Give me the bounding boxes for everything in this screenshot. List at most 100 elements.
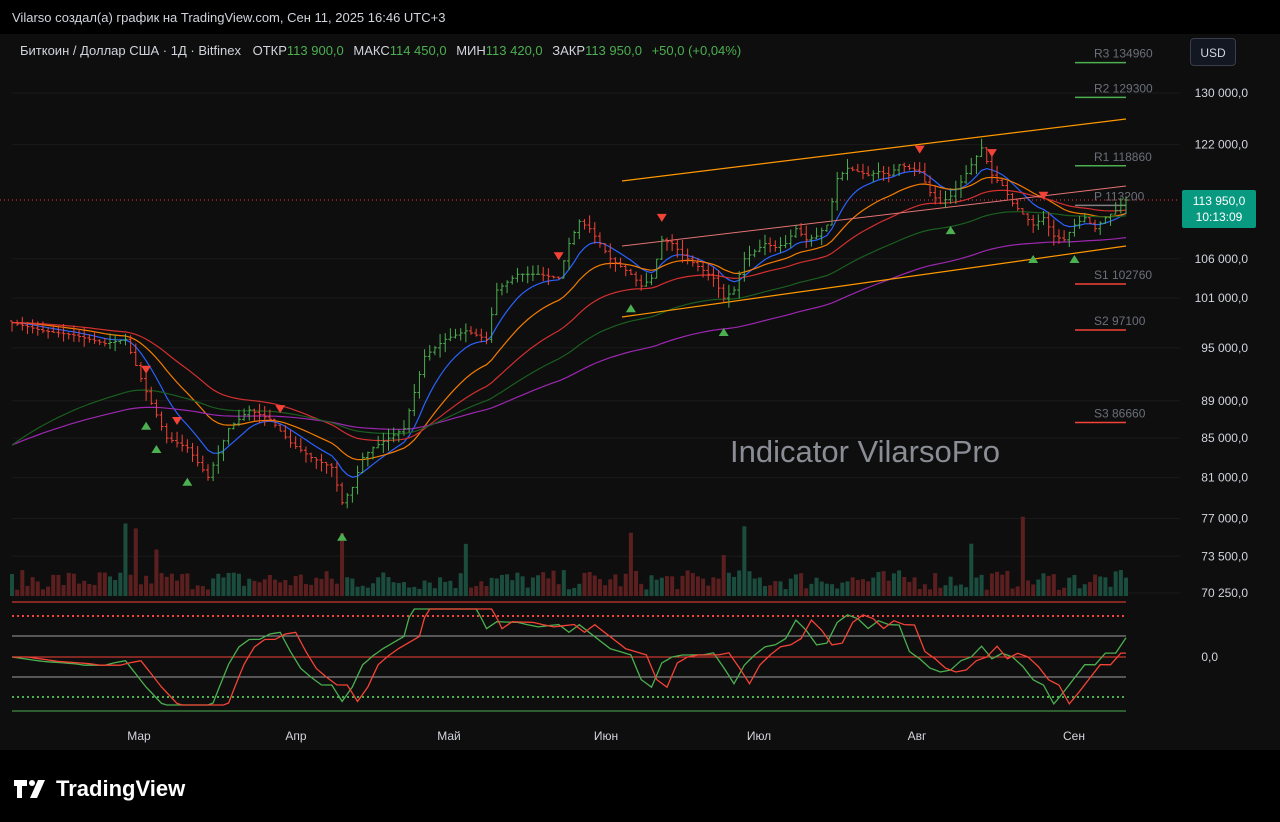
y-tick-label: 106 000,0	[1195, 252, 1249, 266]
tradingview-wordmark: TradingView	[56, 776, 186, 801]
volume-bar	[840, 582, 845, 596]
volume-bar	[953, 585, 958, 596]
high-label: МАКС	[353, 43, 390, 58]
volume-bar	[783, 589, 788, 596]
volume-bar	[138, 584, 143, 596]
currency-button[interactable]: USD	[1190, 38, 1236, 66]
symbol-name: Биткоин / Доллар США · 1Д · Bitfinex	[20, 43, 241, 58]
volume-bar	[144, 575, 149, 596]
volume-bar	[850, 577, 855, 596]
volume-bar	[649, 575, 654, 596]
volume-bar	[845, 581, 850, 596]
volume-bar	[20, 570, 25, 596]
pivot-label: P 113200	[1094, 189, 1145, 203]
volume-bar	[855, 579, 860, 596]
volume-bar	[541, 572, 546, 596]
volume-bar	[582, 572, 587, 596]
volume-bar	[159, 573, 164, 596]
volume-bar	[670, 576, 675, 596]
volume-bar	[458, 573, 463, 596]
volume-bar	[443, 581, 448, 596]
volume-bar	[969, 543, 974, 596]
volume-bar	[613, 574, 618, 596]
close-label: ЗАКР	[552, 43, 586, 58]
volume-bar	[742, 526, 747, 596]
volume-bar	[56, 574, 61, 596]
pivot-label: R2 129300	[1094, 81, 1153, 95]
volume-bar	[592, 575, 597, 596]
volume-bar	[113, 580, 118, 596]
last-price-value: 113 950,0	[1192, 194, 1246, 208]
volume-bar	[958, 584, 963, 596]
volume-bar	[597, 579, 602, 596]
volume-bar	[66, 572, 71, 596]
volume-bar	[231, 572, 236, 596]
y-tick-label: 85 000,0	[1201, 431, 1248, 445]
volume-bar	[1077, 588, 1082, 596]
y-tick-label: 81 000,0	[1201, 470, 1248, 484]
volume-bar	[711, 577, 716, 596]
volume-bar	[107, 576, 112, 596]
volume-bar	[639, 583, 644, 596]
price-chart[interactable]: R3 134960 R2 129300 R1 118860 P 113200 S1 10…	[0, 0, 1280, 750]
volume-bar	[469, 587, 474, 596]
volume-bar	[1062, 587, 1067, 596]
volume-bar	[30, 577, 35, 596]
volume-bar	[536, 575, 541, 596]
volume-bar	[634, 570, 639, 596]
volume-bar	[319, 578, 324, 596]
volume-bar	[979, 574, 984, 596]
symbol-legend: Биткоин / Доллар США · 1Д · Bitfinex ОТК…	[20, 43, 741, 58]
tradingview-logo-icon	[14, 780, 45, 798]
volume-bar	[427, 582, 432, 596]
y-tick-label: 95 000,0	[1201, 341, 1248, 355]
volume-bar	[15, 589, 20, 596]
volume-bar	[1067, 577, 1072, 596]
volume-bar	[412, 586, 417, 596]
volume-bar	[984, 589, 989, 596]
volume-bar	[809, 583, 814, 596]
volume-bar	[577, 583, 582, 596]
volume-bar	[819, 581, 824, 596]
volume-bar	[257, 582, 262, 596]
volume-bar	[690, 573, 695, 596]
pivot-label: S1 102760	[1094, 268, 1152, 282]
volume-bar	[345, 577, 350, 596]
volume-bar	[551, 570, 556, 596]
volume-bar	[247, 578, 252, 596]
ema-slow-line	[12, 189, 1127, 442]
volume-bar	[118, 572, 123, 596]
volume-bar	[1082, 584, 1087, 596]
volume-bar	[773, 581, 778, 596]
volume-bar	[917, 588, 922, 596]
volume-bar	[835, 588, 840, 596]
volume-bar	[242, 585, 247, 596]
volume-bar	[1124, 577, 1128, 596]
volume-bar	[489, 577, 494, 596]
volume-bar	[510, 580, 515, 596]
volume-bar	[309, 584, 314, 596]
volume-bar	[71, 573, 76, 596]
volume-bar	[283, 580, 288, 596]
volume-bar	[989, 573, 994, 596]
volume-bar	[77, 583, 82, 596]
volume-bar	[964, 587, 969, 596]
volume-bar	[448, 580, 453, 596]
volume-bar	[814, 577, 819, 596]
volume-bar	[396, 583, 401, 596]
volume-bar	[298, 574, 303, 596]
tradingview-logo[interactable]: TradingView	[14, 776, 185, 802]
volume-bar	[618, 586, 623, 596]
volume-bar	[102, 572, 107, 596]
volume-bar	[788, 578, 793, 596]
pivot-label: S2 97100	[1094, 314, 1146, 328]
sell-signal-marker	[986, 149, 997, 158]
volume-bar	[494, 578, 499, 596]
volume-bar	[995, 571, 1000, 596]
volume-bar	[757, 577, 762, 596]
x-tick-label: Июл	[747, 729, 771, 743]
y-tick-label: 89 000,0	[1201, 394, 1248, 408]
watermark-text: Indicator VilarsoPro	[730, 434, 1000, 469]
volume-bar	[567, 589, 571, 596]
buy-signal-marker	[151, 444, 162, 453]
